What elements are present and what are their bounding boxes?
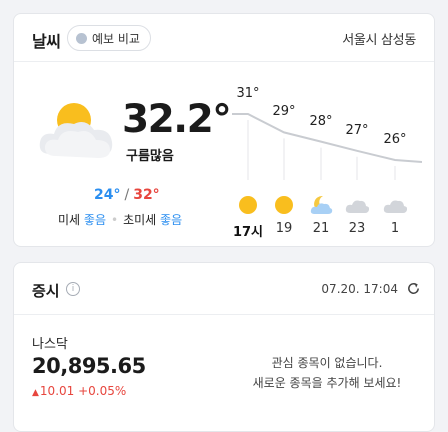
hour-label: 1 [390,221,400,236]
hour-label: 21 [312,221,330,236]
temp-separator: / [124,187,130,203]
min-temperature: 24° [94,187,121,203]
dust-bullet: • [111,213,119,227]
partly-cloudy-icon [39,103,113,158]
moon-cloud-icon [309,194,333,216]
stock-card: 증시 i 07.20. 17:04 나스닥 20,895.65 ▲10.01 +… [13,262,435,432]
ultrafine-dust-value: 좋음 [160,213,183,227]
hour-label: 19 [275,221,293,236]
fine-dust-label: 미세 [58,213,81,227]
refresh-icon[interactable] [406,281,421,296]
hour-temperature: 28° [309,113,333,129]
cloud-icon [383,194,408,216]
hour-label: 17시 [232,225,264,240]
hourly-forecast[interactable]: 31° 17시 29° 19 28° 21 27° 23 26° 1 [232,74,422,240]
weather-header: 날씨 예보 비교 서울시 삼성동 [14,14,434,62]
stock-header: 증시 i 07.20. 17:04 [14,263,434,315]
current-temperature: 32.2° [122,97,232,142]
index-name[interactable]: 나스닥 [32,333,68,352]
forecast-compare-label: 예보 비교 [92,31,140,46]
location-link[interactable]: 서울시 삼성동 [342,29,416,48]
ultrafine-dust-label: 초미세 [123,213,157,227]
hour-temperature: 31° [236,86,260,101]
air-quality: 미세 좋음 • 초미세 좋음 [58,211,182,228]
empty-message-line1: 관심 종목이 없습니다. [271,356,383,370]
sun-icon [272,194,296,216]
empty-watchlist-message: 관심 종목이 없습니다. 새로운 종목을 추가해 보세요! [232,353,422,393]
min-max-temperature: 24°/32° [94,187,160,203]
change-percent: +0.05% [78,384,127,398]
index-value: 20,895.65 [32,354,146,378]
fine-dust-value: 좋음 [83,213,107,227]
weather-title: 날씨 [32,32,61,51]
change-points: 10.01 [39,384,75,398]
sun-icon [236,194,260,216]
stock-title: 증시 [32,282,60,300]
weather-card: 날씨 예보 비교 서울시 삼성동 32.2° 구름많음 24°/32° 미세 좋… [13,13,435,247]
cloud-icon [345,194,370,216]
hour-temperature: 26° [383,132,407,147]
max-temperature: 32° [133,187,160,203]
empty-message-line2: 새로운 종목을 추가해 보세요! [252,376,402,390]
stock-timestamp: 07.20. 17:04 [321,282,398,296]
info-icon[interactable]: i [66,282,80,296]
index-change: ▲10.01 +0.05% [32,384,126,398]
hour-temperature: 27° [345,122,369,138]
forecast-compare-button[interactable]: 예보 비교 [67,25,151,51]
up-arrow-icon: ▲ [32,388,39,398]
hour-temperature: 29° [272,104,296,120]
hour-label: 23 [348,221,366,236]
weather-condition: 구름많음 [126,149,174,164]
compare-icon [76,32,87,44]
